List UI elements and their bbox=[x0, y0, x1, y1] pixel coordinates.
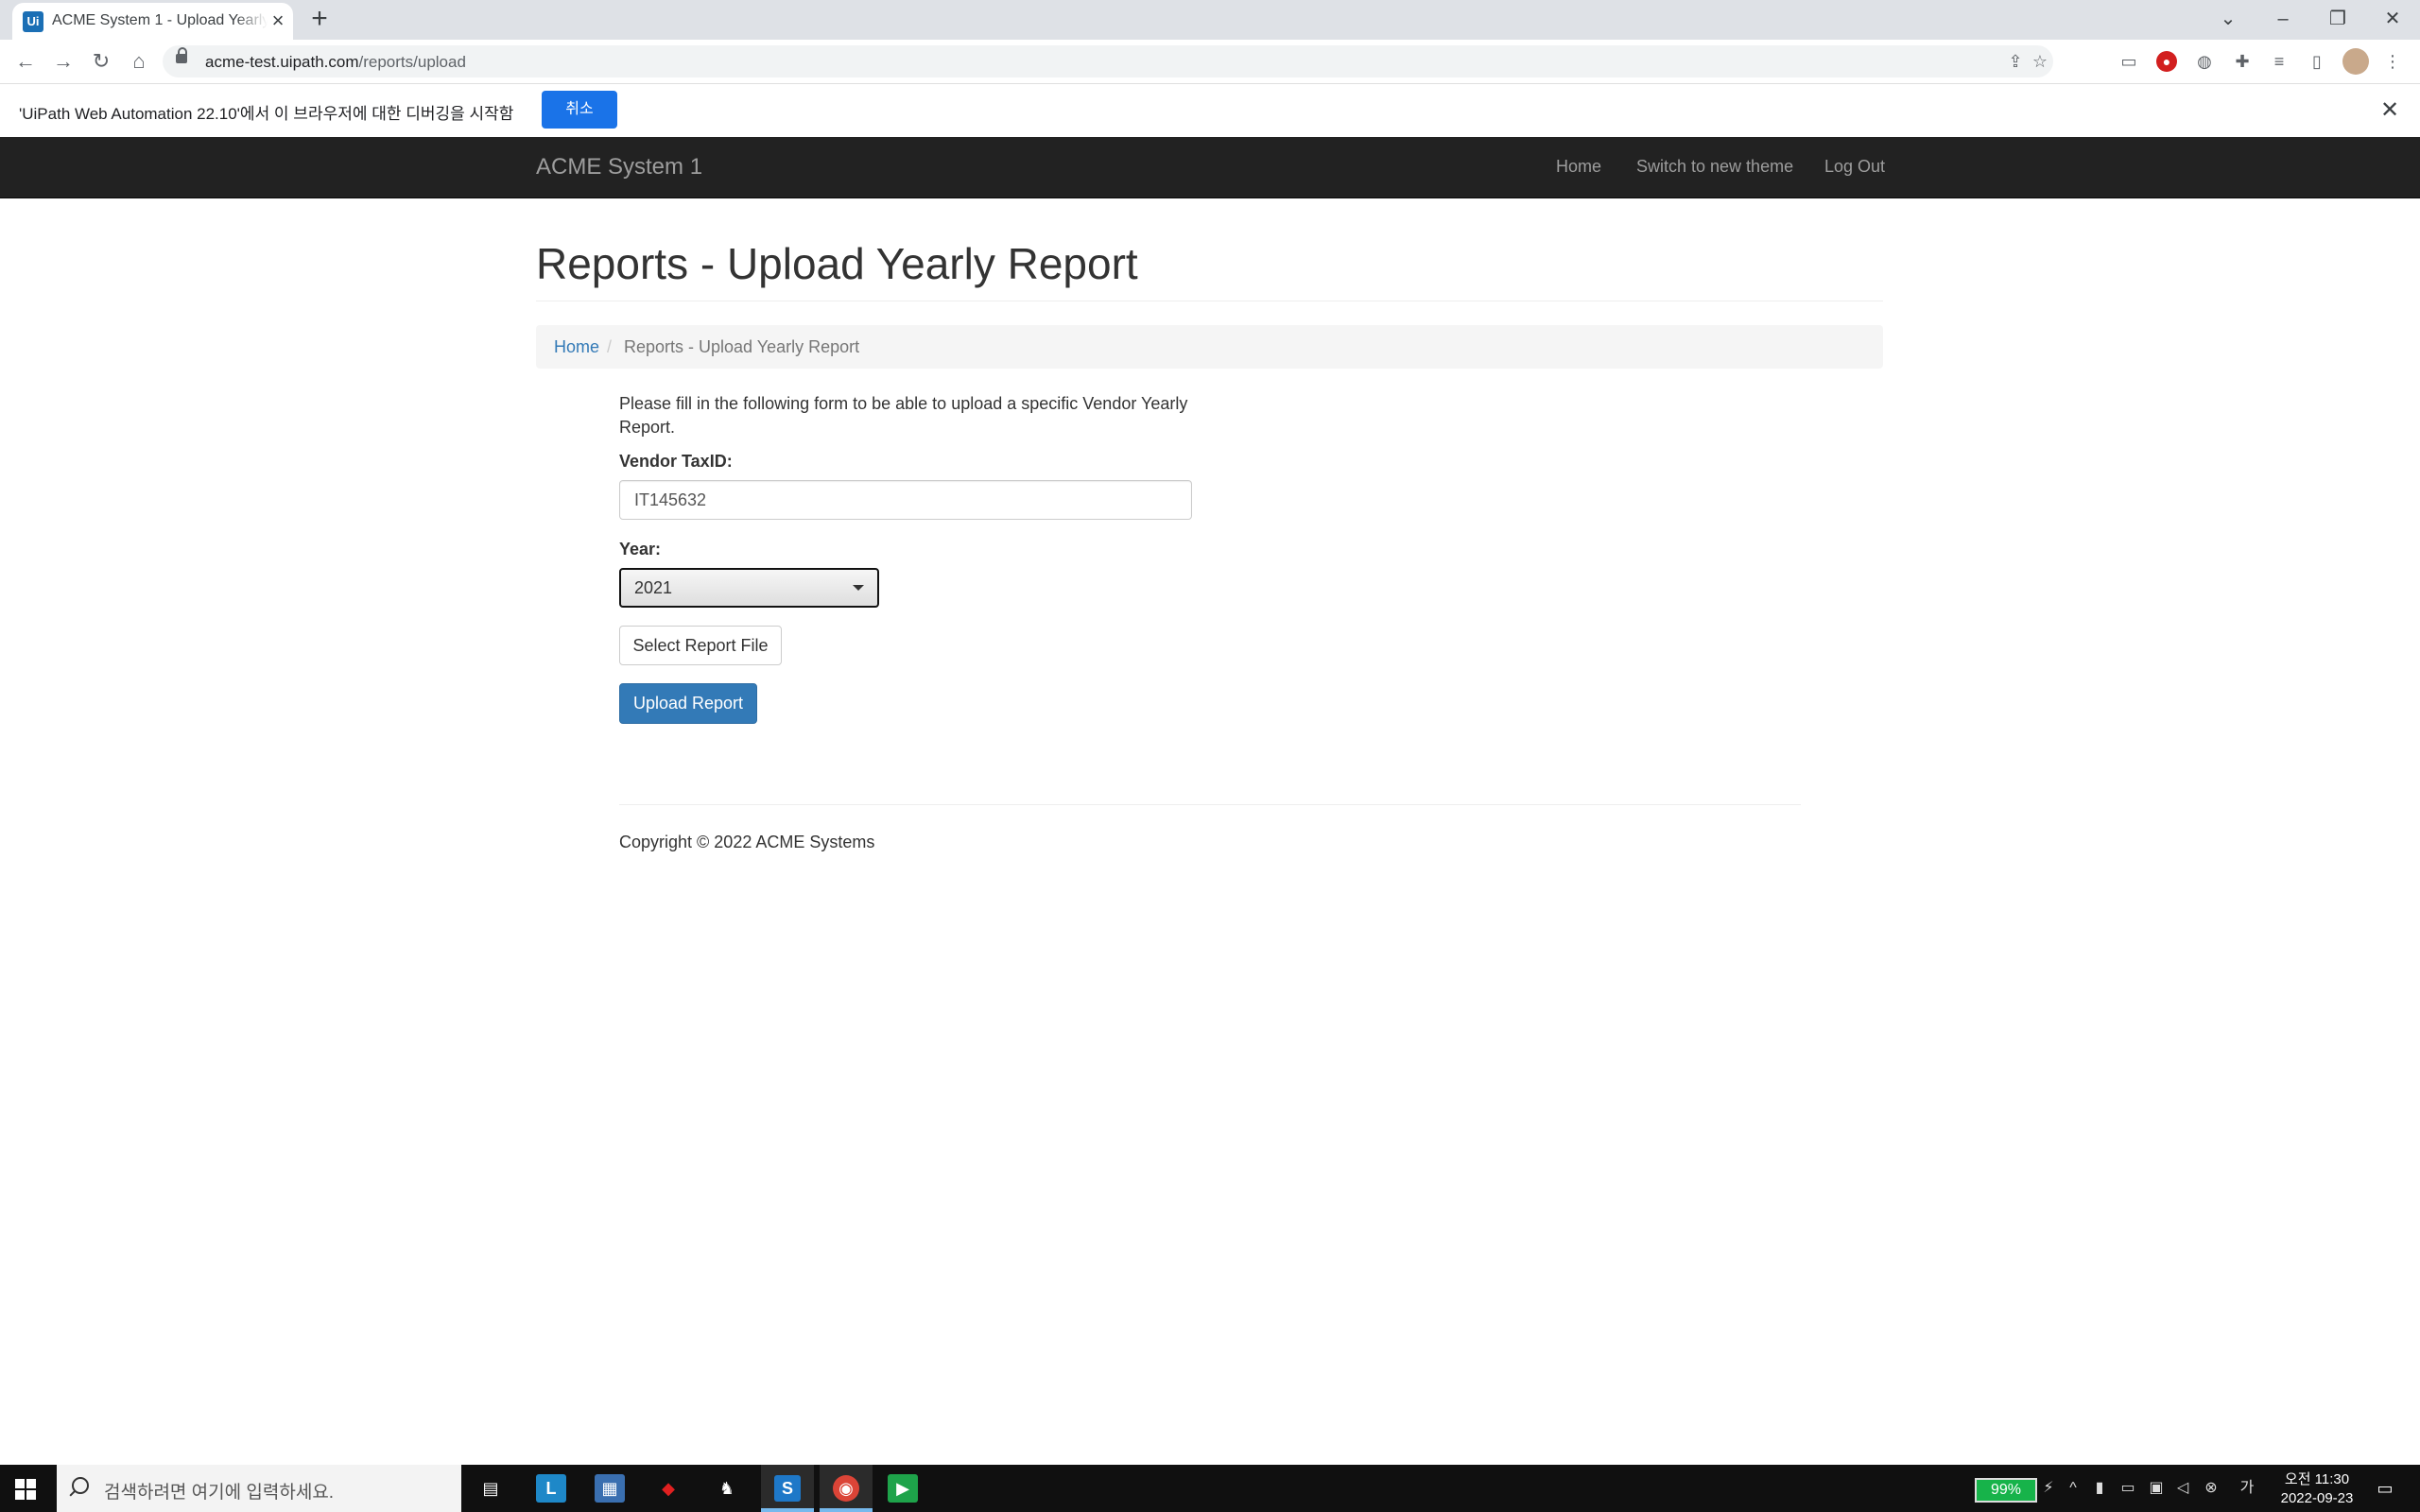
notification-icon[interactable]: ▭ bbox=[2373, 1476, 2397, 1501]
lock-icon[interactable] bbox=[176, 47, 187, 63]
app-window-icon[interactable]: ▦ bbox=[595, 1474, 625, 1503]
uipath-studio-icon: S bbox=[774, 1475, 801, 1502]
app-red-icon[interactable]: ◆ bbox=[653, 1474, 683, 1503]
nav-link-home[interactable]: Home bbox=[1556, 157, 1601, 177]
tab-title: ACME System 1 - Upload Yearly Report bbox=[52, 12, 268, 28]
browser-tab-strip: Ui ACME System 1 - Upload Yearly Report … bbox=[0, 0, 2420, 40]
media-icon[interactable]: ≡ bbox=[2265, 47, 2293, 76]
app-green-icon[interactable]: ▶ bbox=[888, 1474, 918, 1503]
chevron-down-icon bbox=[853, 585, 864, 591]
breadcrumb-current: Reports - Upload Yearly Report bbox=[624, 337, 860, 356]
browser-tab-active[interactable]: Ui ACME System 1 - Upload Yearly Report … bbox=[12, 3, 293, 40]
menu-icon[interactable]: ⋮ bbox=[2378, 47, 2407, 76]
ime-icon[interactable]: 가 bbox=[2237, 1478, 2257, 1499]
profile-avatar[interactable] bbox=[2342, 48, 2369, 75]
vendor-taxid-input[interactable]: IT145632 bbox=[619, 480, 1192, 520]
side-panel-icon[interactable]: ▯ bbox=[2303, 47, 2331, 76]
url-host: acme-test.uipath.com bbox=[205, 53, 359, 71]
windows-start-icon[interactable] bbox=[15, 1479, 36, 1500]
url-text: acme-test.uipath.com/reports/upload bbox=[205, 53, 466, 72]
chrome-taskbar-button[interactable]: ◉ bbox=[820, 1465, 873, 1512]
app-game-icon[interactable]: ♞ bbox=[712, 1474, 742, 1503]
infobar-message: 'UiPath Web Automation 22.10'에서 이 브라우저에 … bbox=[19, 105, 514, 123]
site-navbar: ACME System 1 Home Switch to new theme L… bbox=[0, 137, 2420, 198]
footer-divider bbox=[619, 804, 1801, 805]
select-report-file-button[interactable]: Select Report File bbox=[619, 626, 782, 665]
form-intro-text: Please fill in the following form to be … bbox=[619, 394, 1188, 437]
tab-search-icon[interactable]: ⌄ bbox=[2203, 2, 2254, 36]
year-select[interactable]: 2021 bbox=[619, 568, 879, 608]
window-close-button[interactable]: ✕ bbox=[2367, 2, 2418, 36]
close-icon[interactable]: ✕ bbox=[2375, 96, 2405, 127]
microphone-icon[interactable]: ▮ bbox=[2089, 1478, 2110, 1499]
chrome-icon: ◉ bbox=[833, 1475, 859, 1502]
upload-report-button[interactable]: Upload Report bbox=[619, 683, 757, 724]
extension-red-icon[interactable]: ● bbox=[2156, 51, 2177, 72]
app-l-icon[interactable]: L bbox=[536, 1474, 566, 1503]
task-view-icon[interactable]: ▤ bbox=[475, 1474, 506, 1503]
extension-globe-icon[interactable]: ◍ bbox=[2190, 47, 2219, 76]
navbar-brand[interactable]: ACME System 1 bbox=[536, 154, 702, 180]
taskbar-active-indicator bbox=[761, 1508, 814, 1512]
home-icon[interactable]: ⌂ bbox=[125, 47, 153, 76]
status-icon[interactable]: ⊗ bbox=[2201, 1478, 2221, 1499]
forward-icon[interactable]: → bbox=[49, 47, 78, 76]
tray-expand-icon[interactable]: ^ bbox=[2063, 1478, 2083, 1499]
breadcrumb-home-link[interactable]: Home bbox=[554, 337, 599, 357]
battery-indicator[interactable]: 99% bbox=[1975, 1478, 2037, 1503]
windows-taskbar: 검색하려면 여기에 입력하세요. ▤ L ▦ ◆ ♞ S ◉ ▶ 99% ⚡ ^… bbox=[0, 1465, 2420, 1512]
uipath-studio-taskbar-button[interactable]: S bbox=[761, 1465, 814, 1512]
url-path: /reports/upload bbox=[358, 53, 466, 71]
year-selected-value: 2021 bbox=[634, 578, 673, 597]
new-tab-button[interactable]: + bbox=[304, 4, 335, 34]
address-bar[interactable]: acme-test.uipath.com/reports/upload ⇪ ☆ bbox=[163, 45, 2053, 77]
restore-button[interactable]: ❐ bbox=[2312, 2, 2363, 36]
infobar-cancel-button[interactable]: 취소 bbox=[542, 91, 617, 129]
volume-icon[interactable]: ◁ bbox=[2172, 1478, 2193, 1499]
star-icon[interactable]: ☆ bbox=[2027, 48, 2053, 75]
vendor-taxid-value: IT145632 bbox=[634, 490, 707, 509]
reload-icon[interactable]: ↻ bbox=[87, 47, 115, 76]
vendor-taxid-label: Vendor TaxID: bbox=[619, 452, 733, 471]
power-icon[interactable]: ⚡ bbox=[2038, 1478, 2059, 1499]
taskbar-active-indicator-chrome bbox=[820, 1508, 873, 1512]
minimize-button[interactable]: – bbox=[2257, 2, 2308, 36]
breadcrumb-separator: / bbox=[607, 337, 613, 356]
taskbar-clock-date[interactable]: 2022-09-23 bbox=[2269, 1490, 2365, 1506]
browser-toolbar: ← → ↻ ⌂ acme-test.uipath.com/reports/upl… bbox=[0, 40, 2420, 84]
share-icon[interactable]: ⇪ bbox=[2002, 48, 2029, 75]
nav-link-logout[interactable]: Log Out bbox=[1824, 157, 1885, 177]
breadcrumb: Home / Reports - Upload Yearly Report bbox=[536, 325, 1883, 369]
taskbar-clock-time[interactable]: 오전 11:30 bbox=[2274, 1469, 2360, 1488]
uipath-favicon-icon: Ui bbox=[23, 11, 43, 32]
extensions-icon[interactable]: ✚ bbox=[2228, 47, 2256, 76]
taskbar-search-box[interactable]: 검색하려면 여기에 입력하세요. bbox=[57, 1465, 461, 1512]
footer-copyright: Copyright © 2022 ACME Systems bbox=[619, 833, 875, 851]
battery-icon[interactable]: ▭ bbox=[2118, 1478, 2138, 1499]
taskbar-search-placeholder: 검색하려면 여기에 입력하세요. bbox=[104, 1483, 335, 1503]
year-label: Year: bbox=[619, 540, 662, 558]
back-icon[interactable]: ← bbox=[11, 47, 40, 76]
extension-icon[interactable]: ▭ bbox=[2115, 47, 2143, 76]
search-icon bbox=[72, 1477, 89, 1494]
network-icon[interactable]: ▣ bbox=[2146, 1478, 2167, 1499]
page-title: Reports - Upload Yearly Report bbox=[536, 239, 1138, 288]
tab-close-icon[interactable]: × bbox=[266, 9, 290, 33]
debug-infobar: 'UiPath Web Automation 22.10'에서 이 브라우저에 … bbox=[0, 84, 2420, 138]
nav-link-switch-theme[interactable]: Switch to new theme bbox=[1636, 157, 1793, 177]
